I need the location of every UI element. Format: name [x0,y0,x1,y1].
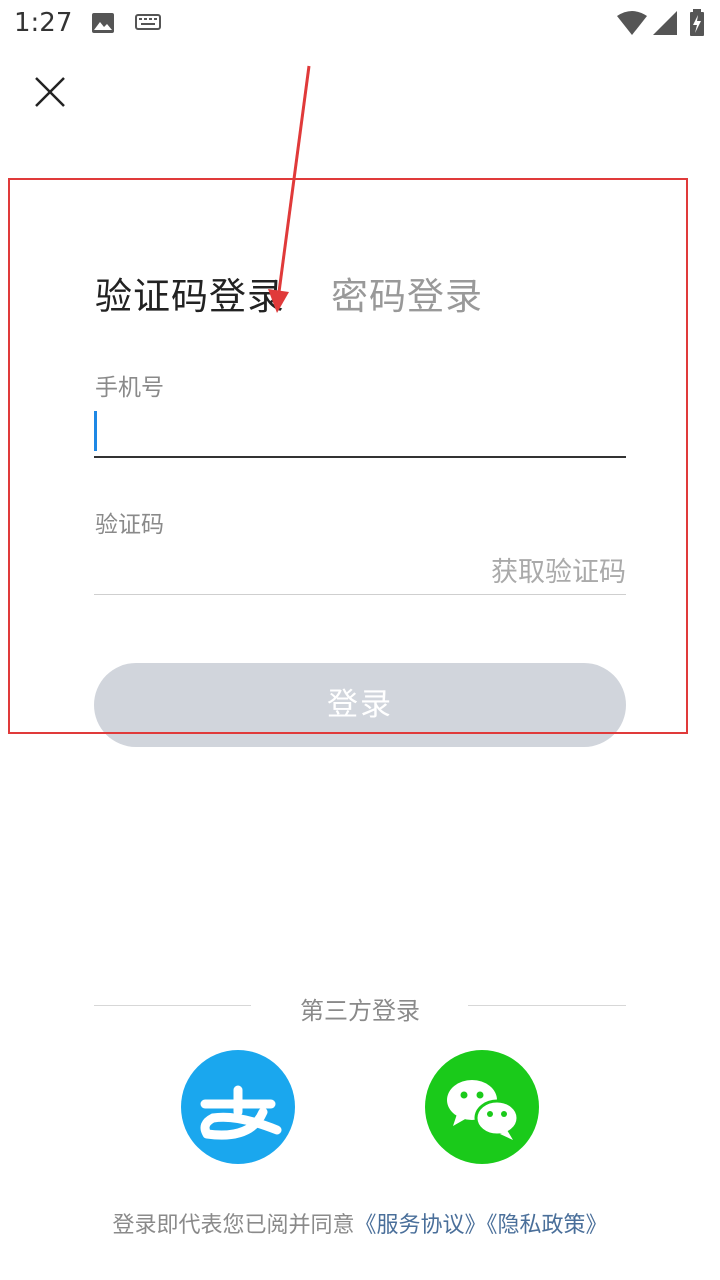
wifi-icon [617,11,647,35]
login-page: 1:27 验证码登录 密码登录 手机号 验证码 获取验证码 登录 第三方登录 登… [0,0,720,1280]
service-agreement-link[interactable]: 《服务协议》 [354,1213,486,1238]
tab-password-login[interactable]: 密码登录 [331,266,483,320]
divider-right [468,1005,626,1006]
close-icon [35,77,65,107]
code-label: 验证码 [95,512,164,538]
image-icon [92,13,114,33]
agreement-prefix: 登录即代表您已阅并同意 [112,1213,355,1238]
annotation-arrow [268,65,311,313]
phone-label: 手机号 [95,375,164,401]
close-button[interactable] [28,70,72,114]
keyboard-icon [135,14,161,30]
text-caret [94,411,97,451]
phone-field-row [94,400,626,458]
phone-input[interactable] [94,400,626,456]
alipay-login-button[interactable] [181,1050,295,1164]
status-bar: 1:27 [0,0,720,50]
wechat-login-button[interactable] [425,1050,539,1164]
code-field-row: 获取验证码 [94,540,626,595]
third-party-title: 第三方登录 [300,997,420,1025]
get-code-button[interactable]: 获取验证码 [491,550,626,589]
login-button[interactable]: 登录 [94,663,626,747]
alipay-icon [200,1085,282,1140]
agreement-text: 登录即代表您已阅并同意《服务协议》《隐私政策》 [0,1207,720,1239]
status-time: 1:27 [14,8,73,38]
privacy-policy-link[interactable]: 《隐私政策》 [487,1213,608,1238]
signal-icon [653,11,677,35]
tab-sms-login[interactable]: 验证码登录 [95,266,285,320]
battery-charging-icon [690,9,704,36]
wechat-icon [447,1080,520,1140]
